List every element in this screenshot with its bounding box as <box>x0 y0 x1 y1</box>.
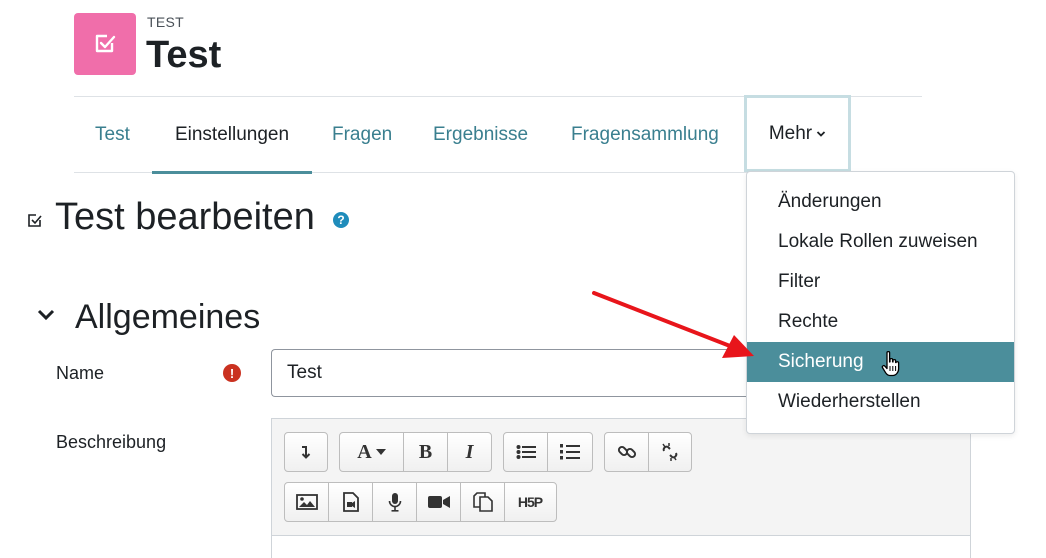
manage-files-icon <box>472 492 493 512</box>
tab-einstellungen[interactable]: Einstellungen <box>152 97 312 174</box>
required-icon: ! <box>223 364 241 382</box>
tab-label: Fragensammlung <box>571 123 719 145</box>
tab-fragen[interactable]: Fragen <box>332 97 392 172</box>
toolbar-group-style: A B I <box>339 432 492 472</box>
editor-content-area[interactable] <box>272 535 970 558</box>
activity-icon <box>74 13 136 75</box>
ordered-list-icon <box>560 444 580 460</box>
menu-item-wiederherstellen[interactable]: Wiederherstellen <box>747 382 1014 422</box>
unlink-button[interactable] <box>649 433 691 471</box>
toolbar-group-collapse <box>284 432 328 472</box>
toolbar-group-lists <box>503 432 593 472</box>
annotation-arrow-icon <box>592 291 754 358</box>
link-icon <box>617 445 636 459</box>
microphone-icon <box>388 493 401 512</box>
checkbox-icon <box>95 34 116 53</box>
menu-item-filter[interactable]: Filter <box>747 262 1014 302</box>
section-title[interactable]: Allgemeines <box>75 298 260 337</box>
tab-label: Ergebnisse <box>433 123 529 145</box>
menu-item-aenderungen[interactable]: Änderungen <box>747 182 1014 222</box>
tab-mehr-label: Mehr <box>768 122 813 144</box>
page-title: Test bearbeiten <box>55 196 315 238</box>
image-button[interactable] <box>285 483 329 521</box>
chevron-down-icon[interactable] <box>36 308 56 322</box>
name-label: Name <box>56 363 105 383</box>
record-video-button[interactable] <box>417 483 461 521</box>
tab-test[interactable]: Test <box>95 97 130 172</box>
hand-pointer-icon <box>881 350 900 377</box>
image-icon <box>295 494 318 510</box>
tab-label: Test <box>95 123 130 145</box>
font-color-button[interactable]: A <box>340 433 404 471</box>
media-button[interactable] <box>329 483 373 521</box>
toolbar-group-media: H5P <box>284 482 557 522</box>
media-icon <box>342 492 359 512</box>
link-button[interactable] <box>605 433 649 471</box>
italic-icon: I <box>465 440 474 463</box>
ordered-list-button[interactable] <box>548 433 592 471</box>
more-dropdown-menu: Änderungen Lokale Rollen zuweisen Filter… <box>746 171 1015 434</box>
description-label: Beschreibung <box>56 432 167 452</box>
video-icon <box>427 496 450 508</box>
manage-files-button[interactable] <box>461 483 505 521</box>
italic-button[interactable]: I <box>448 433 491 471</box>
tab-fragensammlung[interactable]: Fragensammlung <box>571 97 719 172</box>
tab-mehr[interactable]: Mehr <box>744 95 851 172</box>
unlink-icon <box>662 443 678 461</box>
caret-down-icon <box>375 449 386 455</box>
collapse-icon <box>301 446 311 459</box>
toolbar-group-links <box>604 432 692 472</box>
menu-item-lokale-rollen[interactable]: Lokale Rollen zuweisen <box>747 222 1014 262</box>
h5p-icon: H5P <box>517 494 543 510</box>
unordered-list-icon <box>516 445 536 459</box>
description-editor[interactable]: A B I H5P <box>271 418 971 558</box>
activity-title: Test <box>146 34 222 76</box>
bold-button[interactable]: B <box>404 433 448 471</box>
activity-type-label: TEST <box>147 14 184 30</box>
chevron-down-icon <box>817 130 826 137</box>
help-icon[interactable]: ? <box>333 212 349 228</box>
unordered-list-button[interactable] <box>504 433 548 471</box>
tab-label: Fragen <box>332 123 393 145</box>
tab-label: Einstellungen <box>174 123 290 145</box>
checkbox-icon <box>28 214 42 227</box>
collapse-button[interactable] <box>285 433 327 471</box>
record-audio-button[interactable] <box>373 483 417 521</box>
h5p-button[interactable]: H5P <box>505 483 555 521</box>
tab-ergebnisse[interactable]: Ergebnisse <box>433 97 528 172</box>
bold-icon: B <box>418 440 433 463</box>
font-color-icon: A <box>357 440 372 463</box>
menu-item-rechte[interactable]: Rechte <box>747 302 1014 342</box>
